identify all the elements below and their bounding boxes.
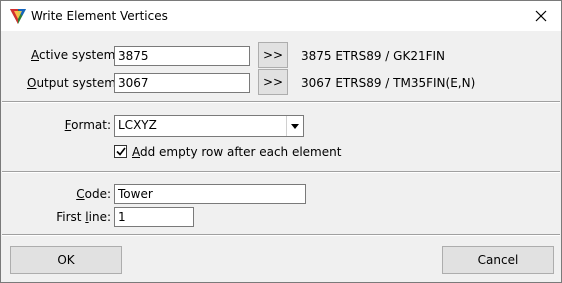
divider: [2, 171, 560, 173]
chevron-down-icon[interactable]: [286, 116, 303, 136]
format-label: Format:: [64, 118, 111, 132]
dialog-window: Write Element Vertices Active system: 38…: [0, 0, 562, 283]
divider: [2, 234, 560, 236]
title-bar: Write Element Vertices: [1, 1, 561, 31]
ok-button[interactable]: OK: [10, 246, 122, 274]
active-system-label: Active system:: [31, 48, 120, 62]
first-line-label: First line:: [56, 210, 111, 224]
active-system-browse-button[interactable]: >>: [258, 42, 288, 68]
code-input[interactable]: Tower: [114, 184, 306, 204]
code-label: Code:: [76, 187, 111, 201]
active-system-input[interactable]: 3875: [114, 46, 250, 66]
output-system-input[interactable]: 3067: [114, 73, 250, 93]
add-empty-row-label[interactable]: Add empty row after each element: [132, 145, 341, 159]
active-system-description: 3875 ETRS89 / GK21FIN: [301, 49, 446, 63]
cancel-button[interactable]: Cancel: [442, 246, 554, 274]
format-select[interactable]: LCXYZ: [114, 115, 304, 137]
format-selected-value: LCXYZ: [118, 118, 157, 132]
window-title: Write Element Vertices: [31, 9, 168, 23]
checkmark-icon: [115, 147, 126, 156]
output-system-description: 3067 ETRS89 / TM35FIN(E,N): [301, 76, 476, 90]
divider: [2, 101, 560, 103]
first-line-input[interactable]: 1: [114, 207, 194, 227]
close-button[interactable]: [521, 1, 561, 31]
add-empty-row-checkbox[interactable]: [114, 145, 127, 158]
app-icon: [10, 9, 26, 24]
output-system-browse-button[interactable]: >>: [258, 69, 288, 95]
close-icon: [535, 10, 547, 22]
output-system-label: Output system:: [27, 76, 120, 90]
